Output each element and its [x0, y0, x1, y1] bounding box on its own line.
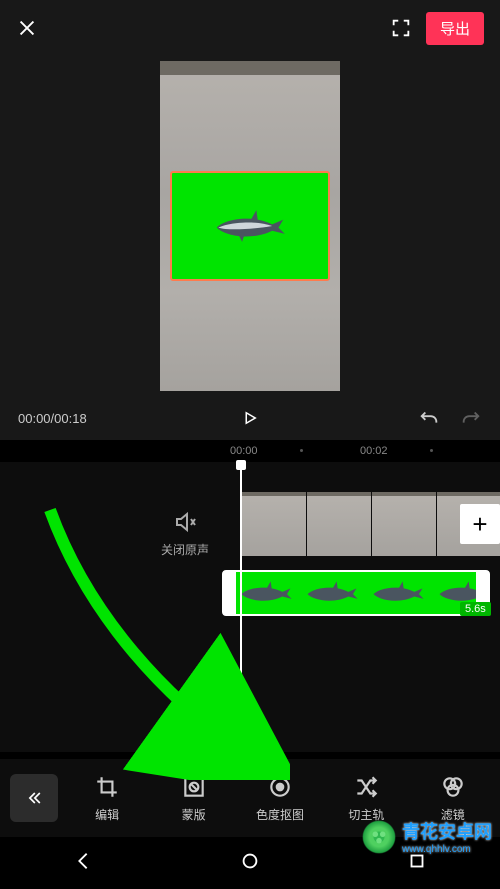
shark-graphic: [302, 579, 362, 607]
clip-duration-badge: 5.6s: [460, 602, 491, 616]
tick-dot: [430, 449, 433, 452]
mask-icon: [181, 774, 207, 800]
shark-graphic: [368, 579, 428, 607]
mute-audio-button[interactable]: 关闭原声: [150, 510, 220, 558]
tool-back-button[interactable]: [10, 774, 58, 822]
tool-swap-track[interactable]: 切主轨: [336, 774, 396, 823]
tool-filter[interactable]: 滤镜: [423, 774, 483, 823]
crop-icon: [94, 774, 120, 800]
clip-thumbnail[interactable]: [372, 492, 436, 556]
timeline[interactable]: 关闭原声 + 5.6s: [0, 462, 500, 752]
chroma-icon: [267, 774, 293, 800]
export-button[interactable]: 导出: [426, 12, 484, 45]
shark-graphic: [210, 207, 290, 245]
tool-edit[interactable]: 编辑: [77, 774, 137, 823]
nav-home-icon[interactable]: [239, 850, 261, 877]
shuffle-icon: [353, 774, 379, 800]
time-display: 00:00/00:18: [18, 411, 87, 426]
watermark: 青花安卓网 www.qhhlv.com: [362, 818, 492, 855]
filter-icon: [440, 774, 466, 800]
fullscreen-icon[interactable]: [390, 17, 412, 39]
nav-back-icon[interactable]: [72, 850, 94, 877]
redo-icon[interactable]: [460, 407, 482, 429]
playback-controls: 00:00/00:18: [0, 396, 500, 440]
top-bar: 导出: [0, 0, 500, 56]
tool-mask[interactable]: 蒙版: [164, 774, 224, 823]
watermark-url: www.qhhlv.com: [402, 844, 492, 855]
close-icon[interactable]: [16, 17, 38, 39]
playhead[interactable]: [240, 462, 242, 752]
timeline-ruler[interactable]: 00:00 00:02: [0, 440, 500, 462]
play-icon[interactable]: [241, 409, 259, 427]
clip-thumbnail[interactable]: [242, 492, 306, 556]
tick-label: 00:00: [230, 445, 258, 457]
overlay-track-clip[interactable]: [222, 570, 490, 616]
chevron-double-left-icon: [24, 788, 44, 808]
tick-label: 00:02: [360, 445, 388, 457]
video-preview[interactable]: [0, 56, 500, 396]
undo-icon[interactable]: [418, 407, 440, 429]
green-screen-overlay[interactable]: [170, 171, 330, 281]
speaker-muted-icon: [173, 510, 197, 534]
tool-chroma-key[interactable]: 色度抠图: [250, 774, 310, 823]
shark-graphic: [236, 579, 296, 607]
mute-label: 关闭原声: [150, 541, 220, 558]
tick-dot: [300, 449, 303, 452]
add-clip-button[interactable]: +: [460, 504, 500, 544]
plus-icon: +: [472, 509, 487, 540]
tool-label: 蒙版: [182, 806, 206, 823]
clip-thumbnail[interactable]: [307, 492, 371, 556]
video-frame: [160, 61, 340, 391]
watermark-logo-icon: [362, 820, 396, 854]
watermark-title: 青花安卓网: [402, 822, 492, 842]
tool-label: 色度抠图: [256, 806, 304, 823]
tool-label: 编辑: [95, 806, 119, 823]
